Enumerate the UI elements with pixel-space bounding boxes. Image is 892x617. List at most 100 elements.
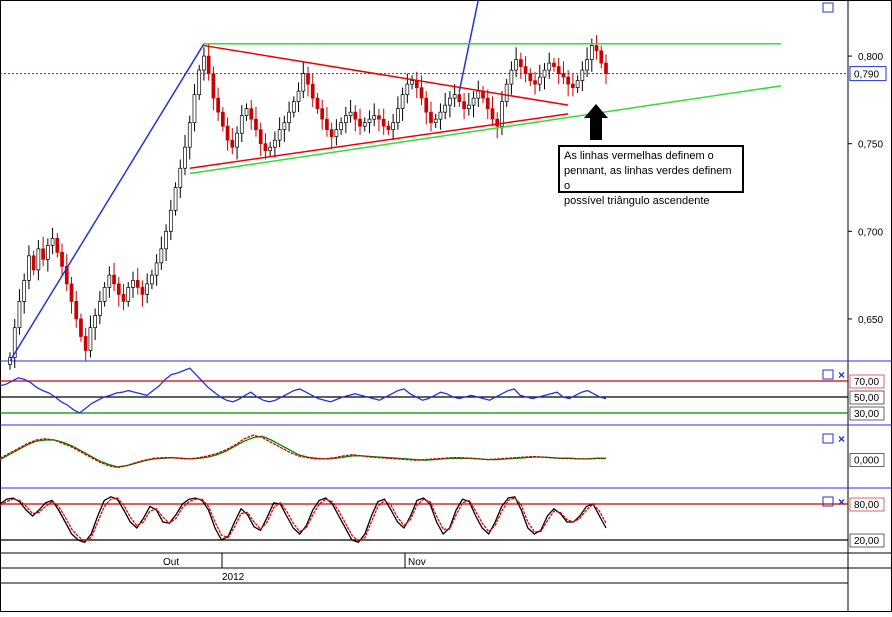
candle-body — [83, 336, 88, 351]
candle-body — [424, 97, 429, 113]
candle-body — [88, 327, 93, 351]
candle-body — [580, 69, 585, 81]
candle-body — [396, 108, 400, 124]
x-tick-label-nov: Nov — [408, 557, 426, 568]
candle-body — [310, 83, 315, 99]
candle-body — [490, 108, 495, 120]
candle-body — [258, 129, 263, 145]
candle-body — [55, 237, 60, 253]
candle-body — [31, 255, 36, 271]
candle-body — [159, 248, 164, 264]
candle-body — [372, 115, 377, 120]
candle-body — [485, 97, 490, 110]
candle-body — [36, 248, 41, 271]
candle-body — [69, 283, 74, 302]
annotation-line-3: possível triângulo ascendente — [564, 195, 710, 207]
y-tick-label: 0,800 — [858, 52, 883, 63]
candle-body — [519, 59, 523, 67]
rsi-series-line — [0, 367, 607, 414]
candle-body — [481, 90, 485, 99]
candle-body — [235, 132, 239, 148]
candle-body — [79, 318, 83, 337]
candle-body — [178, 167, 183, 188]
candle-body — [410, 80, 414, 85]
candle-body — [239, 115, 244, 134]
candle-body — [135, 280, 140, 288]
last-price-label: 0,790 — [854, 70, 879, 81]
candle-body — [414, 80, 419, 88]
candle-body — [41, 248, 45, 260]
candle-body — [571, 83, 575, 88]
stoch-tick-label: 20,00 — [854, 536, 879, 547]
candle-body — [585, 59, 589, 71]
candle-body — [154, 262, 159, 276]
candle-body — [405, 83, 410, 95]
chart-annotation: As linhas vermelhas definem o pennant, a… — [558, 145, 744, 207]
candle-body — [192, 94, 197, 124]
candle-body — [225, 125, 230, 141]
candle-body — [221, 111, 225, 127]
candle-body — [17, 301, 22, 329]
candle-body — [325, 118, 329, 131]
candle-body — [514, 59, 518, 71]
macd-series-line — [0, 435, 606, 468]
candle-body — [556, 66, 561, 74]
candle-body — [168, 209, 173, 232]
candle-body — [547, 62, 552, 71]
candle-body — [348, 111, 353, 117]
candle-body — [282, 122, 287, 131]
candle-body — [438, 111, 443, 120]
annotation-line-1: As linhas vermelhas definem o — [564, 150, 714, 162]
candle-body — [575, 80, 580, 88]
candle-body — [400, 94, 405, 110]
candle-body — [121, 294, 126, 302]
candle-body — [112, 274, 116, 285]
candle-body — [98, 301, 102, 316]
candle-body — [462, 101, 466, 110]
candle-body — [452, 94, 457, 99]
candle-body — [22, 280, 27, 302]
chart-svg: 0,800 0,750 0,700 0,650 0,790 × 70,00 50,00 30,0… — [0, 0, 892, 612]
candle-body — [471, 97, 476, 106]
candle-body — [552, 62, 556, 67]
candle-body — [528, 73, 533, 81]
candle-body — [343, 115, 348, 124]
candle-body — [353, 111, 358, 120]
candle-body — [296, 90, 301, 102]
candle-body — [566, 76, 571, 85]
candle-body — [457, 94, 462, 102]
candle-body — [131, 280, 135, 288]
candle-body — [187, 122, 192, 148]
arrow-up-icon — [584, 104, 608, 140]
y-tick-label: 0,650 — [858, 315, 883, 326]
candle-body — [358, 118, 362, 127]
candle-body — [306, 73, 310, 85]
candle-body — [448, 97, 452, 106]
candle-body — [107, 274, 112, 288]
candle-body — [50, 237, 55, 246]
candle-body — [140, 287, 145, 295]
rsi-tick-label: 50,00 — [854, 393, 879, 404]
macd-maximize-icon — [822, 433, 834, 444]
candle-body — [291, 101, 296, 113]
candle-body — [216, 97, 220, 113]
candle-body — [604, 62, 608, 74]
candle-body — [339, 122, 343, 131]
candle-body — [116, 283, 121, 295]
candle-body — [202, 55, 206, 71]
candle-body — [150, 274, 154, 285]
rsi-tick-label: 70,00 — [854, 377, 879, 388]
macd-series-line — [0, 434, 606, 469]
y-tick-label: 0,750 — [858, 140, 883, 151]
candle-body — [249, 108, 254, 120]
candle-body — [377, 115, 381, 120]
trend-up-2-line — [458, 0, 480, 92]
candle-body — [537, 76, 542, 85]
candle-body — [45, 244, 50, 260]
candle-body — [183, 146, 187, 169]
candle-body — [126, 287, 131, 302]
candle-body — [594, 45, 599, 52]
candle-body — [197, 69, 202, 95]
candle-body — [60, 251, 64, 267]
candle-body — [206, 55, 211, 74]
